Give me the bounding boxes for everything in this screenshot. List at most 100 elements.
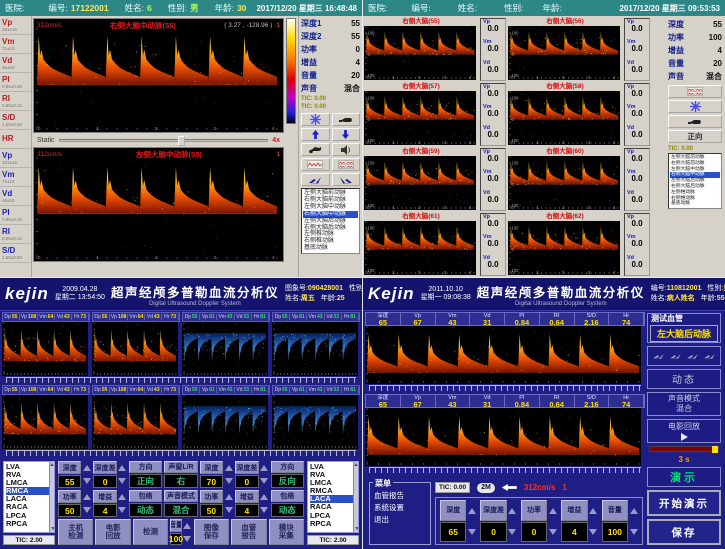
increase-button[interactable] (183, 523, 191, 529)
dynamic-button[interactable]: 动态 (647, 369, 721, 389)
decrease-button[interactable] (83, 507, 91, 513)
decrease-button[interactable] (260, 507, 268, 513)
control-label-button[interactable]: 深度差 (480, 500, 506, 521)
menu-item[interactable]: 血管报告 (374, 490, 426, 502)
vessel-list-item[interactable]: 右侧大脑中动脉 (303, 211, 358, 218)
wave-grid-icon[interactable] (332, 158, 361, 171)
increase-button[interactable] (225, 494, 233, 500)
decrease-button[interactable] (83, 478, 91, 484)
control-label-button[interactable]: 增益 (235, 490, 258, 503)
increase-button[interactable] (83, 465, 91, 471)
vessel-list-item[interactable]: 基底动脉 (670, 201, 720, 207)
increase-button[interactable] (589, 508, 597, 514)
progress-handle[interactable] (712, 446, 718, 453)
app-title: 超声经颅多普勒血流分析仪 Digital Ultrasound Doppler … (111, 282, 279, 307)
decrease-button[interactable] (630, 529, 638, 535)
increase-button[interactable] (549, 508, 557, 514)
sound-mode-button[interactable]: 声音模式混合 (647, 392, 721, 416)
control-label-button[interactable]: 深度差 (235, 461, 258, 474)
increase-button[interactable] (468, 508, 476, 514)
vessel-list-item[interactable]: 左侧大脑前动脉 (303, 190, 358, 197)
increase-button[interactable] (508, 508, 516, 514)
arrow-up-icon[interactable] (301, 128, 330, 141)
demo-button[interactable]: 演示 (647, 467, 721, 487)
control-label-button[interactable]: 深度 (440, 500, 466, 521)
probe-mode-button[interactable] (647, 346, 721, 366)
decrease-button[interactable] (549, 529, 557, 535)
scrollbar[interactable] (353, 462, 358, 532)
snowflake-icon[interactable] (668, 100, 722, 113)
decrease-button[interactable] (508, 529, 516, 535)
decrease-button[interactable] (468, 529, 476, 535)
vessel-list-item[interactable]: 左侧大脑中动脉 (303, 204, 358, 211)
scrollbar[interactable] (49, 462, 54, 532)
function-button[interactable]: 图像保存 (194, 519, 229, 545)
probe-icon[interactable] (332, 113, 361, 126)
probe-icon[interactable] (668, 115, 722, 128)
cine-playback-button[interactable]: 电影回放 (647, 419, 721, 443)
decrease-button[interactable] (183, 536, 191, 542)
decrease-button[interactable] (118, 507, 126, 513)
control-label-button[interactable]: 方向 (271, 461, 304, 473)
slider-track[interactable] (59, 139, 269, 142)
control-label-button[interactable]: 功率 (521, 500, 547, 521)
control-group: 方向正向 (129, 461, 162, 488)
slider-handle[interactable] (178, 136, 185, 146)
probe-cam-icon[interactable] (301, 143, 330, 156)
function-button[interactable]: 主机检测 (58, 519, 93, 545)
decrease-button[interactable] (225, 478, 233, 484)
function-button[interactable]: 血管报告 (231, 519, 266, 545)
control-label-button[interactable]: 深度 (200, 461, 223, 474)
decrease-button[interactable] (260, 478, 268, 484)
function-button[interactable]: 模块采集 (269, 519, 304, 545)
increase-button[interactable] (260, 465, 268, 471)
control-label-button[interactable]: 功率 (58, 490, 81, 503)
probe-badge[interactable]: 2M (477, 483, 495, 493)
control-label-button[interactable]: 增益 (561, 500, 587, 521)
control-label-button[interactable]: 方向 (129, 461, 162, 473)
measurement-item: Hr73 (162, 387, 179, 393)
control-label-button[interactable]: 包络 (271, 490, 304, 502)
control-label-button[interactable]: 增益 (93, 490, 116, 503)
decrease-button[interactable] (118, 478, 126, 484)
increase-button[interactable] (118, 465, 126, 471)
probe-angle-left-icon[interactable] (301, 173, 330, 186)
menu-item[interactable]: 系统设置 (374, 502, 426, 514)
menu-item[interactable]: 退出 (374, 514, 426, 526)
function-button[interactable]: 电影回放 (95, 519, 130, 545)
selected-vessel[interactable]: 左大脑后动脉 (650, 325, 718, 342)
control-label-button[interactable]: 功率 (200, 490, 223, 503)
speaker-icon[interactable] (332, 143, 361, 156)
param-label: RI (2, 228, 31, 236)
arrow-down-icon[interactable] (332, 128, 361, 141)
wave-grid-icon[interactable] (668, 85, 722, 98)
decrease-button[interactable] (589, 529, 597, 535)
control-label-button[interactable]: 音量 (170, 519, 181, 532)
save-button[interactable]: 保存 (647, 519, 721, 545)
control-label-button[interactable]: 音量 (602, 500, 628, 521)
increase-button[interactable] (225, 465, 233, 471)
snowflake-icon[interactable] (301, 113, 330, 126)
control-label-button[interactable]: 声窗L/R (164, 461, 197, 473)
control-label-button[interactable]: 声音模式 (164, 490, 197, 502)
control-label-button[interactable]: 深度差 (93, 461, 116, 474)
vessel-list-item[interactable]: 左侧大脑后动脉 (303, 218, 358, 225)
increase-button[interactable] (83, 494, 91, 500)
decrease-button[interactable] (225, 507, 233, 513)
vessel-list-item[interactable]: 基底动脉 (303, 245, 358, 252)
vessel-list-item[interactable]: RPCA (6, 520, 52, 528)
wave-line-icon[interactable] (301, 158, 330, 171)
control-label-button[interactable]: 包络 (129, 490, 162, 502)
start-demo-button[interactable]: 开始演示 (647, 490, 721, 516)
probe-angle-right-icon[interactable] (332, 173, 361, 186)
function-button[interactable]: 检测 (133, 519, 168, 545)
increase-button[interactable] (118, 494, 126, 500)
playback-progress[interactable] (649, 446, 719, 453)
increase-button[interactable] (260, 494, 268, 500)
vessel-list-item[interactable]: 右侧大脑前动脉 (303, 197, 358, 204)
control-label: 音量 (301, 70, 317, 81)
direction-button[interactable]: 正向 (668, 130, 722, 143)
increase-button[interactable] (630, 508, 638, 514)
control-label-button[interactable]: 深度 (58, 461, 81, 474)
vessel-list-item[interactable]: RPCA (310, 520, 356, 528)
